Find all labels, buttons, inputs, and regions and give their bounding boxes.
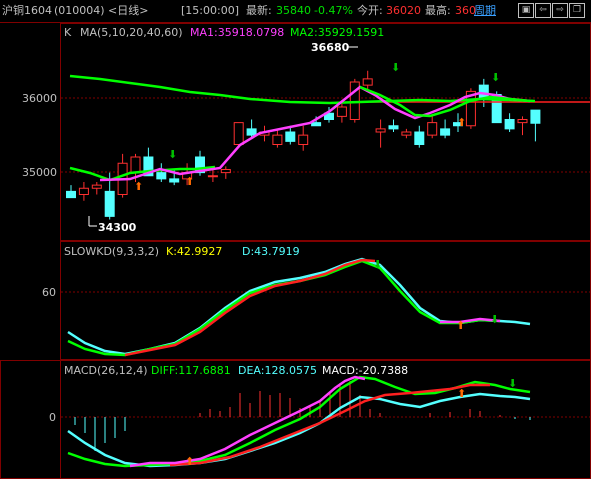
buy-arrow-icon: ⬆: [134, 180, 143, 193]
kd-d-value: D:43.7919: [242, 245, 300, 258]
box-icon[interactable]: ▣: [518, 3, 534, 18]
kd-k-line: [124, 258, 376, 357]
buy-arrow-icon: ⬆: [456, 319, 465, 332]
kd-panel: [60, 241, 591, 360]
macd-dea-value: DEA:128.0575: [238, 364, 317, 377]
ma1-value: MA1:35918.0798: [190, 26, 284, 39]
macd-dea-line: [67, 392, 531, 468]
candle-body: [440, 128, 451, 136]
y-tick-0: 0: [49, 411, 56, 424]
candle-body: [336, 106, 347, 117]
candle-body: [246, 128, 257, 136]
ma-legend: MA(5,10,20,40,60): [80, 26, 183, 39]
candle-body: [311, 122, 322, 127]
sell-arrow-icon: ⬇: [508, 377, 517, 390]
candle-body: [130, 156, 141, 174]
candle-body: [427, 122, 438, 136]
kd-d-line: [67, 257, 531, 356]
candle-body: [478, 84, 489, 99]
candle-body: [169, 178, 180, 183]
sell-arrow-icon: ⬇: [490, 313, 499, 326]
macd-value: MACD:-20.7388: [322, 364, 408, 377]
buy-arrow-icon: ⬆: [457, 116, 466, 129]
candle-body: [104, 190, 115, 217]
candle-body: [401, 131, 412, 136]
y-tick-36000: 36000: [22, 92, 57, 105]
buy-arrow-icon: ⬆: [457, 387, 466, 400]
high-marker: 36680: [311, 41, 350, 54]
chart-area[interactable]: 36000 35000 60 0 K MA(5,10,20,40,60) MA1…: [0, 23, 591, 479]
ma2-value: MA2:35929.1591: [290, 26, 384, 39]
candle-body: [298, 134, 309, 145]
high-value: 360: [455, 4, 476, 17]
high-label: 最高:: [425, 4, 451, 17]
ma2-line: [69, 74, 536, 105]
kd-legend: SLOWKD(9,3,3,2): [64, 245, 159, 258]
period-label[interactable]: <日线>: [108, 4, 148, 17]
candle-body: [285, 131, 296, 142]
candle-body: [414, 131, 425, 145]
candle-body: [362, 78, 373, 86]
low-marker: 34300: [98, 221, 137, 234]
kd-k-value: K:42.9927: [166, 245, 222, 258]
sell-arrow-icon: ⬇: [168, 148, 177, 161]
candle-body: [207, 175, 218, 178]
buy-arrow-icon: ⬆: [185, 175, 194, 188]
kline-panel: [60, 23, 591, 241]
arrow-left-icon[interactable]: ⇦: [535, 3, 551, 18]
candle-body: [233, 122, 244, 145]
latest-value: 35840: [276, 4, 311, 17]
kline-prefix: K: [64, 26, 72, 39]
y-tick-35000: 35000: [22, 166, 57, 179]
sell-arrow-icon: ⬇: [373, 258, 382, 271]
change-percent: -0.47%: [314, 4, 353, 17]
candle-body: [156, 172, 167, 180]
latest-label: 最新:: [246, 4, 272, 17]
candle-body: [78, 187, 89, 195]
time-label: [15:00:00]: [181, 4, 239, 17]
open-label: 今开:: [357, 4, 383, 17]
candle-body: [375, 128, 386, 133]
open-value: 36020: [386, 4, 421, 17]
candle-body: [504, 119, 515, 130]
y-tick-60: 60: [42, 286, 56, 299]
macd-diff-value: DIFF:117.6881: [151, 364, 231, 377]
symbol-code: (010004): [54, 4, 105, 17]
buy-arrow-icon: ⬆: [185, 455, 194, 468]
candle-body: [388, 125, 399, 130]
candle-body: [66, 190, 76, 199]
kd-green-line: [67, 259, 501, 357]
candles-layer: [66, 70, 541, 220]
restore-icon[interactable]: ❐: [569, 3, 585, 18]
title-bar: 沪铜1604 (010004) <日线> [15:00:00] 最新: 3584…: [0, 0, 591, 23]
macd-legend: MACD(26,12,4): [64, 364, 148, 377]
candle-body: [517, 119, 528, 124]
candle-body: [530, 109, 541, 124]
symbol-name: 沪铜1604: [2, 4, 52, 17]
arrow-right-icon[interactable]: ⇨: [552, 3, 568, 18]
sell-arrow-icon: ⬇: [391, 61, 400, 74]
cycle-link[interactable]: 周期: [474, 4, 496, 17]
candle-body: [220, 169, 231, 174]
candle-body: [91, 184, 102, 189]
sell-arrow-icon: ⬇: [491, 71, 500, 84]
candle-body: [272, 134, 283, 145]
